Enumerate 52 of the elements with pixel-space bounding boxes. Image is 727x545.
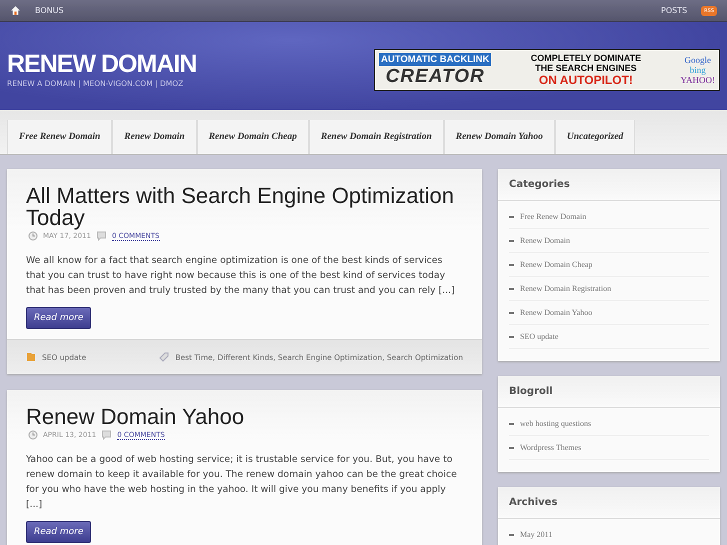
ad-banner[interactable]: AUTOMATIC BACKLINK CREATOR COMPLETELY DOMINATE THE SEARCH ENGINES ON AUTOPILOT! Google bing YAHOO! <box>374 49 720 91</box>
dash-icon <box>509 534 514 536</box>
dash-icon <box>509 422 514 424</box>
clock-icon <box>28 430 38 440</box>
dash-icon <box>509 312 514 314</box>
widget-link[interactable]: Renew Domain Cheap <box>520 260 592 269</box>
widget-title: Archives <box>498 487 720 519</box>
clock-icon <box>28 231 38 241</box>
nav-tab[interactable]: Renew Domain Cheap <box>196 120 309 154</box>
site-title[interactable]: RENEW DOMAIN <box>7 50 374 79</box>
widget-title: Categories <box>498 169 720 201</box>
dash-icon <box>509 288 514 290</box>
dash-icon <box>509 240 514 242</box>
widget-link[interactable]: Renew Domain Yahoo <box>520 308 592 317</box>
tag-icon <box>159 352 170 362</box>
nav-tab[interactable]: Uncategorized <box>554 120 636 154</box>
banner-text: COMPLETELY DOMINATE <box>530 53 642 63</box>
widget-link[interactable]: Wordpress Themes <box>520 443 582 452</box>
dash-icon <box>509 264 514 266</box>
dash-icon <box>509 336 514 338</box>
banner-text: Google <box>684 55 711 65</box>
dash-icon <box>509 216 514 218</box>
post-title[interactable]: Renew Domain Yahoo <box>26 406 463 428</box>
home-icon <box>10 5 21 16</box>
post-excerpt: We all know for a fact that search engine optimization is one of the best kinds of services that you can trust to have right now because this is one of the best kind of services today that has been proven and truly trusted by the many that you can trust and you can rely [...] <box>26 254 456 298</box>
widget-title: Blogroll <box>498 376 720 408</box>
banner-text: bing <box>690 65 706 75</box>
banner-text: AUTOMATIC BACKLINK <box>379 52 492 66</box>
widget-link[interactable]: Renew Domain Registration <box>520 284 612 293</box>
comment-icon <box>101 430 112 440</box>
banner-text: ON AUTOPILOT! <box>538 73 633 87</box>
post-excerpt: Yahoo can be a good of web hosting service; it is trustable service for you. But, you have to renew domain to keep it available for you. The renew domain yahoo can be the great choice for you who have the web hosting in the yahoo. It will give you many benefits if you apply [...] <box>26 453 458 512</box>
banner-text: YAHOO! <box>680 75 715 85</box>
top-link[interactable]: BONUS <box>35 6 64 15</box>
banner-text: THE SEARCH ENGINES <box>535 63 637 73</box>
read-more-button[interactable]: Read more <box>26 521 92 543</box>
nav-tab[interactable]: Renew Domain Yahoo <box>444 120 555 154</box>
folder-icon <box>26 352 36 362</box>
nav-tab[interactable]: Free Renew Domain <box>7 120 112 154</box>
comment-icon <box>96 231 107 241</box>
banner-text: CREATOR <box>386 66 485 88</box>
widget-link[interactable]: Free Renew Domain <box>520 212 586 221</box>
post-title[interactable]: All Matters with Search Engine Optimization Today <box>26 185 463 229</box>
widget-link[interactable]: May 2011 <box>520 530 552 539</box>
nav-tab[interactable]: Renew Domain <box>112 120 197 154</box>
widget-link[interactable]: SEO update <box>520 332 558 341</box>
dash-icon <box>509 446 514 448</box>
top-link[interactable]: POSTS <box>661 6 688 15</box>
widget-link[interactable]: Renew Domain <box>520 236 570 245</box>
widget-link[interactable]: web hosting questions <box>520 419 592 428</box>
read-more-button[interactable]: Read more <box>26 307 92 329</box>
nav-tab[interactable]: Renew Domain Registration <box>308 120 444 154</box>
